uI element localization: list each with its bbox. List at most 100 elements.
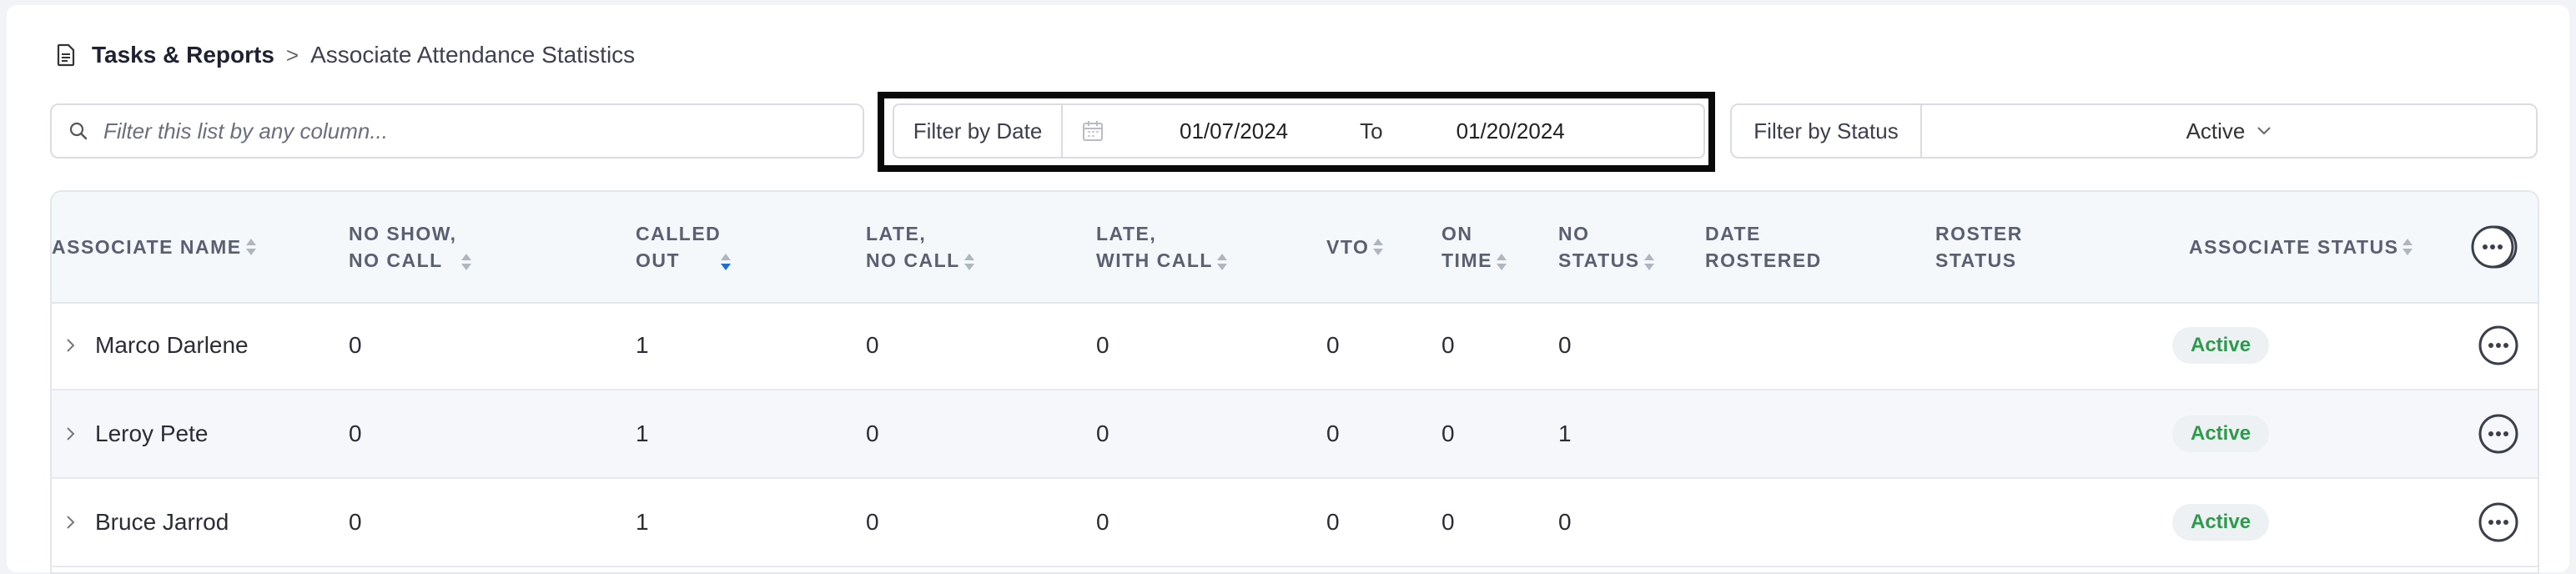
status-filter: Filter by Status Active [1730,103,2538,159]
status-badge: Active [2172,415,2270,452]
row-actions-button[interactable] [2478,390,2519,477]
no-status-value: 0 [1558,332,1572,358]
sort-icon [1496,253,1507,270]
attendance-table: ASSOCIATE NAME NO SHOW, NO CALL CALLED OUT… [50,190,2539,574]
called-out-value: 1 [636,420,649,446]
late-no-call-value: 0 [866,509,879,535]
col-late-with-call[interactable]: LATE, WITH CALL [1096,192,1228,302]
chevron-right-icon[interactable] [65,425,77,442]
row-name-cell[interactable]: Leroy Pete [65,390,208,477]
late-with-call-value: 0 [1096,332,1109,358]
row-name-cell[interactable]: Marco Darlene [65,302,249,389]
sort-icon [963,253,974,270]
col-header-label: TIME [1441,249,1492,271]
col-date-rostered: DATE ROSTERED [1705,192,1822,302]
no-show-value: 0 [349,420,362,446]
late-with-call-value: 0 [1096,509,1109,535]
no-status-value: 0 [1558,509,1572,535]
col-header-label: NO CALL [349,249,443,271]
search-box[interactable] [50,103,864,159]
row-actions-button[interactable] [2478,302,2519,389]
col-header-label: WITH CALL [1096,249,1213,271]
breadcrumb-separator: > [285,42,299,68]
status-badge: Active [2172,327,2270,364]
more-options-icon [2471,225,2518,269]
search-icon [69,122,88,140]
col-header-label: ASSOCIATE STATUS [2189,236,2399,258]
status-badge: Active [2172,504,2270,541]
col-header-label: ROSTERED [1705,249,1822,271]
row-name-cell[interactable]: Bruce Jarrod [65,479,229,566]
called-out-value: 1 [636,509,649,535]
associate-name: Bruce Jarrod [95,509,229,535]
col-associate-status[interactable]: ASSOCIATE STATUS [2189,192,2413,302]
more-options-icon [2478,414,2518,454]
col-header-label: NO [1558,223,1590,244]
vto-value: 0 [1326,509,1340,535]
on-time-value: 0 [1441,332,1455,358]
col-header-label: STATUS [1558,249,1640,271]
sort-icon [1216,253,1227,270]
col-called-out[interactable]: CALLED OUT [636,192,732,302]
col-header-label: CALLED [636,223,722,244]
row-actions-button[interactable] [2478,479,2519,566]
on-time-value: 0 [1441,420,1455,446]
col-no-status[interactable]: NO STATUS [1558,192,1655,302]
status-select[interactable]: Active [1922,118,2536,144]
col-header-label: ON [1441,223,1473,244]
col-on-time[interactable]: ON TIME [1441,192,1507,302]
table-row[interactable]: Marco Darlene 0 1 0 0 0 0 0 Active [52,302,2538,390]
vto-value: 0 [1326,420,1340,446]
more-options-icon [2478,325,2518,365]
sort-icon [1373,239,1384,255]
sort-icon [245,239,256,255]
search-input[interactable] [102,117,839,145]
status-select-value: Active [2186,118,2246,144]
sort-icon [2402,239,2413,255]
col-late-no-call[interactable]: LATE, NO CALL [866,192,975,302]
no-show-value: 0 [349,332,362,358]
status-filter-label: Filter by Status [1732,105,1922,157]
col-header-label: STATUS [1935,249,2017,271]
breadcrumb-current: Associate Attendance Statistics [310,42,636,68]
associate-status-cell: Active [2172,390,2270,477]
chevron-right-icon[interactable] [65,337,77,354]
col-associate-name[interactable]: ASSOCIATE NAME [52,192,257,302]
table-row[interactable]: Bruce Jarrod 0 1 0 0 0 0 0 Active [52,479,2538,567]
col-header-label: NO CALL [866,249,960,271]
table-header: ASSOCIATE NAME NO SHOW, NO CALL CALLED OUT… [52,192,2538,304]
col-header-label: NO SHOW, [349,223,457,244]
chevron-down-icon [2257,127,2272,135]
col-roster-status: ROSTER STATUS [1935,192,2023,302]
col-header-label: ASSOCIATE NAME [52,236,242,258]
breadcrumb-root[interactable]: Tasks & Reports [92,42,274,68]
associate-status-cell: Active [2172,302,2270,389]
col-no-show[interactable]: NO SHOW, NO CALL [349,192,472,302]
table-row[interactable]: Leroy Pete 0 1 0 0 0 0 1 Active [52,390,2538,479]
sort-icon [461,253,472,270]
chevron-right-icon[interactable] [65,514,77,531]
vto-value: 0 [1326,332,1340,358]
associate-status-cell: Active [2172,479,2270,566]
column-options-button[interactable] [2471,192,2518,302]
no-show-value: 0 [349,509,362,535]
no-status-value: 1 [1558,420,1572,446]
late-with-call-value: 0 [1096,420,1109,446]
col-vto[interactable]: VTO [1326,192,1384,302]
sort-icon [1643,253,1654,270]
sort-icon-active [720,253,731,270]
called-out-value: 1 [636,332,649,358]
col-header-label: OUT [636,249,681,271]
col-header-label: LATE, [866,223,927,244]
late-no-call-value: 0 [866,420,879,446]
col-header-label: LATE, [1096,223,1157,244]
breadcrumb: Tasks & Reports > Associate Attendance S… [55,38,635,72]
date-filter-highlight [878,92,1715,172]
col-header-label: VTO [1326,236,1370,258]
associate-name: Marco Darlene [95,332,249,358]
document-icon [57,43,75,67]
associate-name: Leroy Pete [95,420,209,446]
col-header-label: DATE [1705,223,1761,244]
page-card: Tasks & Reports > Associate Attendance S… [7,5,2569,574]
late-no-call-value: 0 [866,332,879,358]
